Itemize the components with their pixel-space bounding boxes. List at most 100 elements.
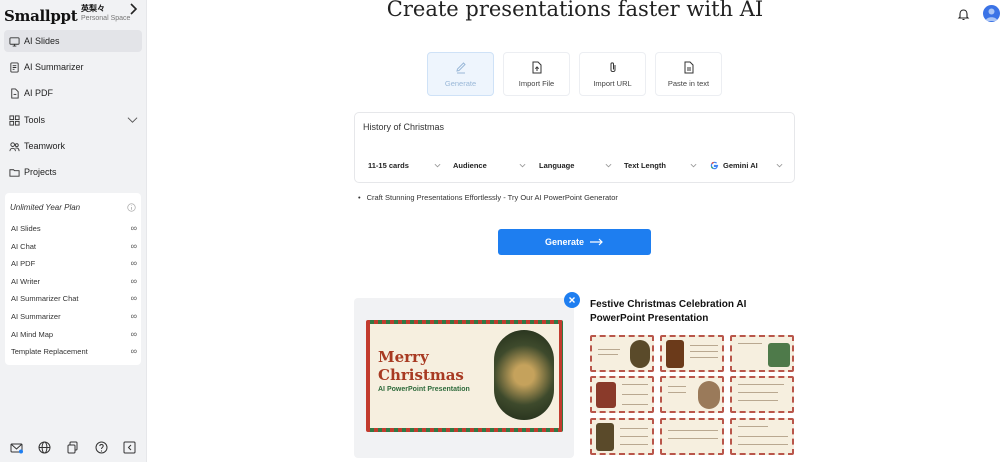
plan-row-label: AI Chat	[11, 241, 37, 251]
thumb-image	[630, 340, 650, 368]
plan-row: AI Mind Map ∞	[11, 328, 137, 340]
template-thumbnail[interactable]	[590, 418, 654, 455]
text-line	[622, 384, 648, 385]
plan-row-value: ∞	[130, 346, 137, 356]
template-thumbnail[interactable]	[660, 335, 724, 372]
text-line	[738, 392, 778, 393]
plan-row-label: AI Writer	[11, 276, 41, 286]
copy-icon[interactable]	[66, 441, 79, 454]
audience-select[interactable]: Audience	[448, 156, 528, 174]
globe-icon[interactable]	[38, 441, 51, 454]
select-label: Language	[539, 160, 575, 170]
chevron-down-icon	[605, 163, 612, 168]
sidebar-item-label: Projects	[24, 167, 57, 177]
document-icon	[684, 61, 693, 74]
thumb-image	[596, 423, 614, 451]
mode-import-file[interactable]: Import File	[503, 52, 570, 96]
mode-label: Import URL	[593, 79, 632, 88]
close-icon	[569, 297, 575, 303]
text-line	[668, 430, 718, 431]
select-label: Gemini AI	[723, 160, 758, 170]
plan-row-label: AI Mind Map	[11, 329, 54, 339]
template-thumbnail[interactable]	[730, 376, 794, 413]
mail-icon[interactable]	[10, 441, 23, 454]
ai-model-select[interactable]: Gemini AI	[705, 156, 785, 174]
plan-row: AI Slides ∞	[11, 222, 137, 234]
help-icon[interactable]	[95, 441, 108, 454]
chevron-right-icon[interactable]	[128, 3, 138, 15]
paperclip-icon	[610, 62, 615, 72]
template-thumbnail[interactable]	[590, 335, 654, 372]
sidebar-item-projects[interactable]: Projects	[4, 161, 142, 183]
template-thumbnail[interactable]	[730, 335, 794, 372]
space-label: Personal Space	[81, 15, 131, 22]
page-title: Create presentations faster with AI	[386, 0, 764, 21]
sidebar-item-label: Teamwork	[24, 141, 66, 151]
chevron-down-icon	[434, 163, 441, 168]
plan-row-label: Template Replacement	[11, 346, 88, 356]
mode-import-url[interactable]: Import URL	[579, 52, 646, 96]
text-line	[668, 392, 686, 393]
sidebar-item-teamwork[interactable]: Teamwork	[4, 135, 142, 157]
text-line	[738, 400, 778, 401]
text-line	[620, 444, 648, 445]
template-thumbnail[interactable]	[730, 418, 794, 455]
generate-label: Generate	[544, 237, 585, 247]
text-line	[738, 384, 784, 385]
close-preview-button[interactable]	[564, 292, 580, 308]
slide-subtitle: AI PowerPoint Presentation	[378, 386, 470, 393]
plan-row: AI Writer ∞	[11, 275, 137, 287]
plan-row-label: AI Summarizer	[11, 311, 61, 321]
sidebar-item-ai-slides[interactable]: AI Slides	[4, 30, 142, 52]
text-line	[622, 394, 648, 395]
text-line	[622, 404, 648, 405]
plan-row-label: AI Summarizer Chat	[11, 293, 79, 303]
workspace-switcher[interactable]: 英梨々 Personal Space	[81, 4, 130, 24]
slides-icon	[9, 36, 20, 47]
thumb-image	[768, 343, 790, 367]
template-thumbnail[interactable]	[590, 376, 654, 413]
template-title: Festive Christmas Celebration AI PowerPo…	[590, 299, 747, 324]
text-line	[738, 436, 788, 437]
prompt-input[interactable]: History of Christmas	[363, 122, 444, 132]
generate-button[interactable]: Generate	[498, 229, 651, 255]
plan-row-value: ∞	[130, 329, 137, 339]
text-length-select[interactable]: Text Length	[619, 156, 699, 174]
chevron-down-icon	[519, 163, 526, 168]
mode-label: Import File	[518, 79, 555, 88]
select-label: 11-15 cards	[368, 160, 409, 170]
user-icon	[985, 8, 998, 21]
template-preview[interactable]: Merry Christmas AI PowerPoint Presentati…	[354, 298, 574, 458]
plan-row-value: ∞	[130, 223, 137, 233]
plan-row: Template Replacement ∞	[11, 345, 137, 357]
template-thumbnail[interactable]	[660, 418, 724, 455]
plan-row-value: ∞	[130, 293, 137, 303]
folder-icon	[9, 168, 20, 177]
sidebar-item-ai-summarizer[interactable]: AI Summarizer	[4, 56, 142, 78]
chevron-down-icon	[690, 163, 697, 168]
file-upload-icon	[532, 61, 541, 74]
bell-icon[interactable]	[957, 8, 970, 21]
mode-generate[interactable]: Generate	[427, 52, 494, 96]
pencil-icon	[455, 62, 466, 74]
language-select[interactable]: Language	[534, 156, 614, 174]
brand[interactable]: Smallppt	[4, 3, 78, 29]
slide-title: Merry Christmas	[378, 348, 464, 384]
logo: Smallppt	[4, 7, 78, 25]
sidebar-footer	[0, 441, 147, 457]
info-icon[interactable]	[127, 203, 136, 212]
plan-row-value: ∞	[130, 311, 137, 321]
avatar[interactable]	[983, 5, 1000, 22]
collapse-sidebar-icon[interactable]	[123, 441, 136, 454]
cards-select[interactable]: 11-15 cards	[363, 156, 443, 174]
sidebar-item-label: AI Summarizer	[24, 62, 84, 72]
plan-row-value: ∞	[130, 258, 137, 268]
google-icon	[710, 161, 719, 169]
sidebar-item-tools[interactable]: Tools	[4, 109, 142, 131]
text-line	[738, 426, 768, 427]
mode-label: Generate	[444, 79, 477, 88]
chevron-down-icon	[776, 163, 783, 168]
mode-paste-text[interactable]: Paste in text	[655, 52, 722, 96]
template-thumbnail[interactable]	[660, 376, 724, 413]
sidebar-item-ai-pdf[interactable]: AI PDF	[4, 82, 142, 104]
